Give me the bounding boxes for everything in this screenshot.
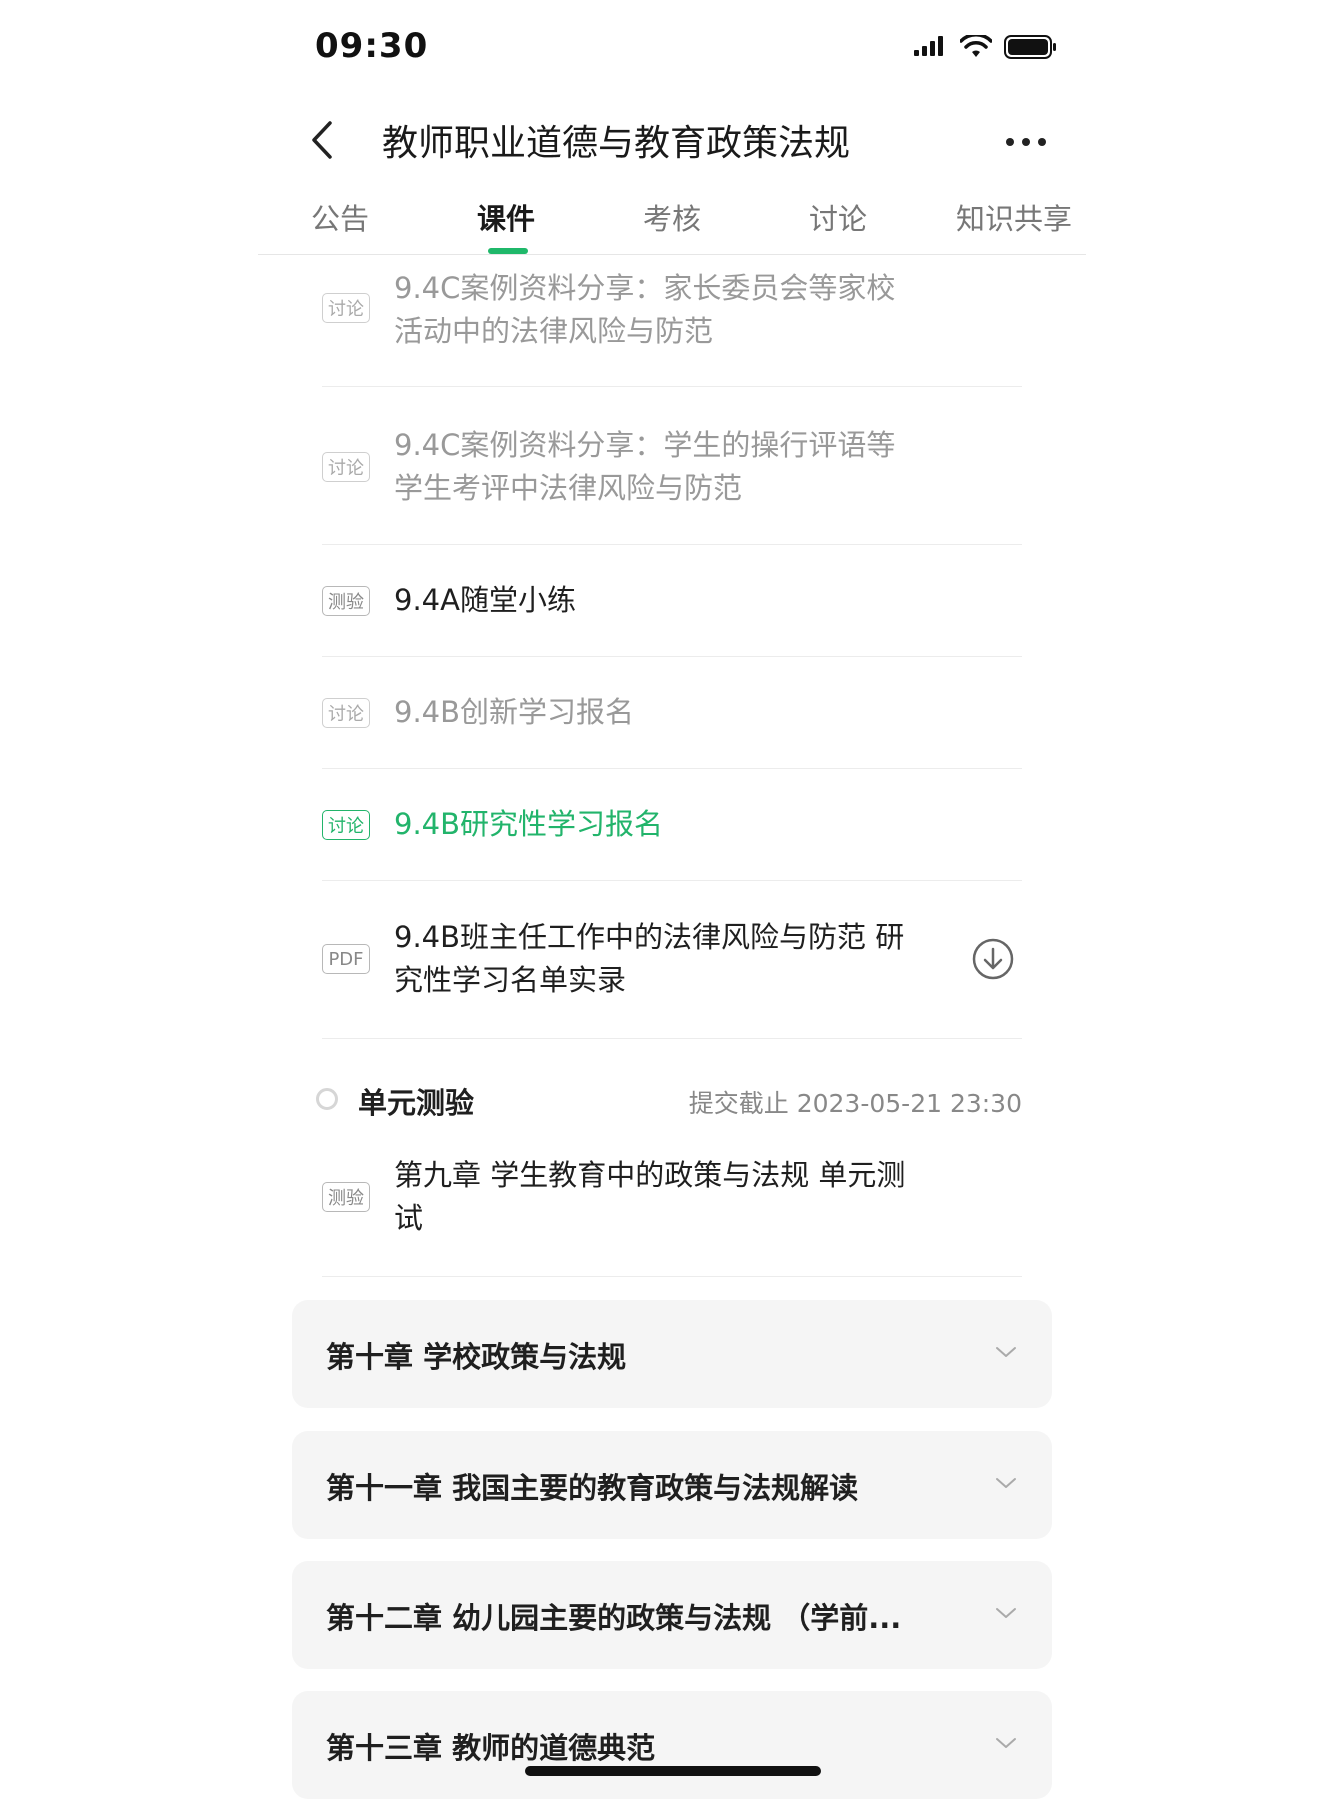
status-bar: 09:30 xyxy=(0,0,1344,96)
chapter-card[interactable]: 第十章 学校政策与法规 xyxy=(292,1300,1052,1408)
unit-test-deadline: 提交截止 2023-05-21 23:30 xyxy=(688,1089,1022,1118)
more-dot-icon xyxy=(1038,138,1046,146)
item-title: 9.4C案例资料分享：家长委员会等家校活动中的法律风险与防范 xyxy=(394,271,896,348)
chevron-down-icon xyxy=(996,1347,1016,1357)
tab-bar: 公告 课件 考核 讨论 知识共享 xyxy=(258,188,1086,255)
tab-announcements[interactable]: 公告 xyxy=(275,196,405,238)
item-tag: 讨论 xyxy=(322,293,370,323)
item-title: 9.4C案例资料分享：学生的操行评语等学生考评中法律风险与防范 xyxy=(394,428,896,505)
wifi-icon xyxy=(960,35,992,57)
item-title: 9.4B班主任工作中的法律风险与防范 研究性学习名单实录 xyxy=(394,920,905,997)
nav-bar: 教师职业道德与教育政策法规 xyxy=(0,96,1344,188)
item-tag: 讨论 xyxy=(322,810,370,840)
chapter-title: 第十一章 我国主要的教育政策与法规解读 xyxy=(326,1471,859,1505)
chapter-card[interactable]: 第十二章 幼儿园主要的政策与法规 （学前... xyxy=(292,1561,1052,1669)
list-item[interactable]: PDF 9.4B班主任工作中的法律风险与防范 研究性学习名单实录 xyxy=(322,880,1022,1039)
back-button[interactable] xyxy=(300,118,344,162)
active-tab-indicator xyxy=(488,248,528,254)
status-icons xyxy=(914,34,1058,60)
list-item[interactable]: 讨论 9.4B创新学习报名 xyxy=(322,656,1022,769)
more-dot-icon xyxy=(1006,138,1014,146)
tab-discussion[interactable]: 讨论 xyxy=(773,196,903,238)
tab-courseware[interactable]: 课件 xyxy=(441,196,571,238)
chapter-title: 第十章 学校政策与法规 xyxy=(326,1340,627,1374)
chevron-down-icon xyxy=(996,1478,1016,1488)
item-tag: PDF xyxy=(322,944,370,974)
status-circle-icon xyxy=(316,1088,338,1110)
download-icon[interactable] xyxy=(972,938,1014,980)
page-title: 教师职业道德与教育政策法规 xyxy=(382,123,851,164)
item-title: 9.4A随堂小练 xyxy=(394,583,576,617)
item-title: 9.4B研究性学习报名 xyxy=(394,807,664,841)
more-button[interactable] xyxy=(996,120,1056,164)
list-item[interactable]: 讨论 9.4C案例资料分享：学生的操行评语等学生考评中法律风险与防范 xyxy=(322,386,1022,545)
item-title: 9.4B创新学习报名 xyxy=(394,695,635,729)
chapter-card[interactable]: 第十一章 我国主要的教育政策与法规解读 xyxy=(292,1431,1052,1539)
tab-assessment[interactable]: 考核 xyxy=(607,196,737,238)
unit-test-header: 单元测验 提交截止 2023-05-21 23:30 xyxy=(316,1078,1022,1128)
battery-icon xyxy=(1004,35,1056,59)
chevron-left-icon xyxy=(312,121,332,159)
chevron-down-icon xyxy=(996,1608,1016,1618)
item-title: 第九章 学生教育中的政策与法规 单元测试 xyxy=(394,1158,906,1235)
chapter-title: 第十三章 教师的道德典范 xyxy=(326,1731,656,1765)
item-tag: 讨论 xyxy=(322,698,370,728)
item-tag: 测验 xyxy=(322,586,370,616)
item-tag: 测验 xyxy=(322,1182,370,1212)
more-dot-icon xyxy=(1022,138,1030,146)
status-time: 09:30 xyxy=(315,26,429,66)
chapter-title: 第十二章 幼儿园主要的政策与法规 （学前... xyxy=(326,1601,902,1635)
home-indicator xyxy=(525,1766,821,1776)
chevron-down-icon xyxy=(996,1738,1016,1748)
list-item[interactable]: 测验 9.4A随堂小练 xyxy=(322,544,1022,657)
unit-test-label: 单元测验 xyxy=(358,1086,475,1120)
list-item[interactable]: 讨论 9.4B研究性学习报名 xyxy=(322,768,1022,881)
tab-knowledge-sharing[interactable]: 知识共享 xyxy=(939,196,1089,238)
chapter-card[interactable]: 第十三章 教师的道德典范 xyxy=(292,1691,1052,1799)
list-item[interactable]: 讨论 9.4C案例资料分享：家长委员会等家校活动中的法律风险与防范 xyxy=(322,255,1022,387)
item-tag: 讨论 xyxy=(322,452,370,482)
unit-test-item[interactable]: 测验 第九章 学生教育中的政策与法规 单元测试 xyxy=(322,1140,1022,1277)
cellular-signal-icon xyxy=(914,36,943,56)
